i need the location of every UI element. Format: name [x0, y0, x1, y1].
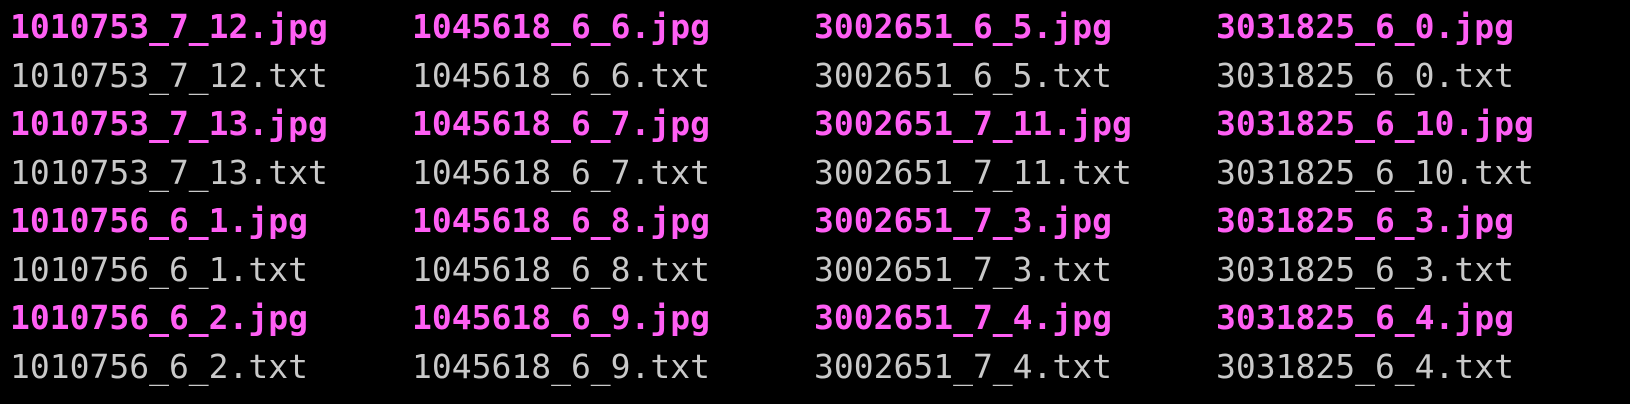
- image-file-entry: 3031825_6_3.jpg: [1216, 201, 1515, 240]
- text-file-entry: 3002651_7_3.txt: [814, 249, 1113, 289]
- image-file-entry: 3002651_7_4.jpg: [814, 298, 1113, 337]
- terminal-window: 1010753_7_12.jpg 1010753_7_12.txt 101075…: [0, 0, 1630, 404]
- image-file-entry: 1010756_6_2.jpg: [10, 298, 309, 337]
- text-file-entry: 3002651_7_11.txt: [814, 152, 1132, 192]
- image-file-entry: 3031825_6_10.jpg: [1216, 104, 1534, 143]
- text-file-entry: 3002651_7_4.txt: [814, 346, 1113, 386]
- text-file-entry: 1010756_6_1.txt: [10, 249, 309, 289]
- image-file-entry: 1045618_6_7.jpg: [412, 104, 711, 143]
- image-file-entry: 3002651_7_11.jpg: [814, 104, 1132, 143]
- file-listing: 1010753_7_12.jpg 1010753_7_12.txt 101075…: [10, 3, 1556, 391]
- text-file-entry: 3031825_6_10.txt: [1216, 152, 1534, 192]
- image-file-entry: 1010753_7_13.jpg: [10, 104, 328, 143]
- text-file-entry: 1045618_6_9.txt: [412, 346, 711, 386]
- image-file-entry: 1010753_7_12.jpg: [10, 7, 328, 46]
- image-file-entry: 1045618_6_9.jpg: [412, 298, 711, 337]
- text-file-entry: 3002651_6_5.txt: [814, 55, 1113, 95]
- text-file-entry: 1010753_7_12.txt: [10, 55, 328, 95]
- image-file-entry: 3031825_6_0.jpg: [1216, 7, 1515, 46]
- image-file-entry: 1010756_6_1.jpg: [10, 201, 309, 240]
- text-file-entry: 1010753_7_13.txt: [10, 152, 328, 192]
- text-file-entry: 3031825_6_3.txt: [1216, 249, 1515, 289]
- text-file-entry: 1045618_6_6.txt: [412, 55, 711, 95]
- text-file-entry: 3031825_6_4.txt: [1216, 346, 1515, 386]
- image-file-entry: 1045618_6_6.jpg: [412, 7, 711, 46]
- text-file-entry: 1045618_6_8.txt: [412, 249, 711, 289]
- image-file-entry: 3002651_7_3.jpg: [814, 201, 1113, 240]
- text-file-entry: 1010756_6_2.txt: [10, 346, 309, 386]
- image-file-entry: 3002651_6_5.jpg: [814, 7, 1113, 46]
- text-file-entry: 1045618_6_7.txt: [412, 152, 711, 192]
- text-file-entry: 3031825_6_0.txt: [1216, 55, 1515, 95]
- image-file-entry: 1045618_6_8.jpg: [412, 201, 711, 240]
- image-file-entry: 3031825_6_4.jpg: [1216, 298, 1515, 337]
